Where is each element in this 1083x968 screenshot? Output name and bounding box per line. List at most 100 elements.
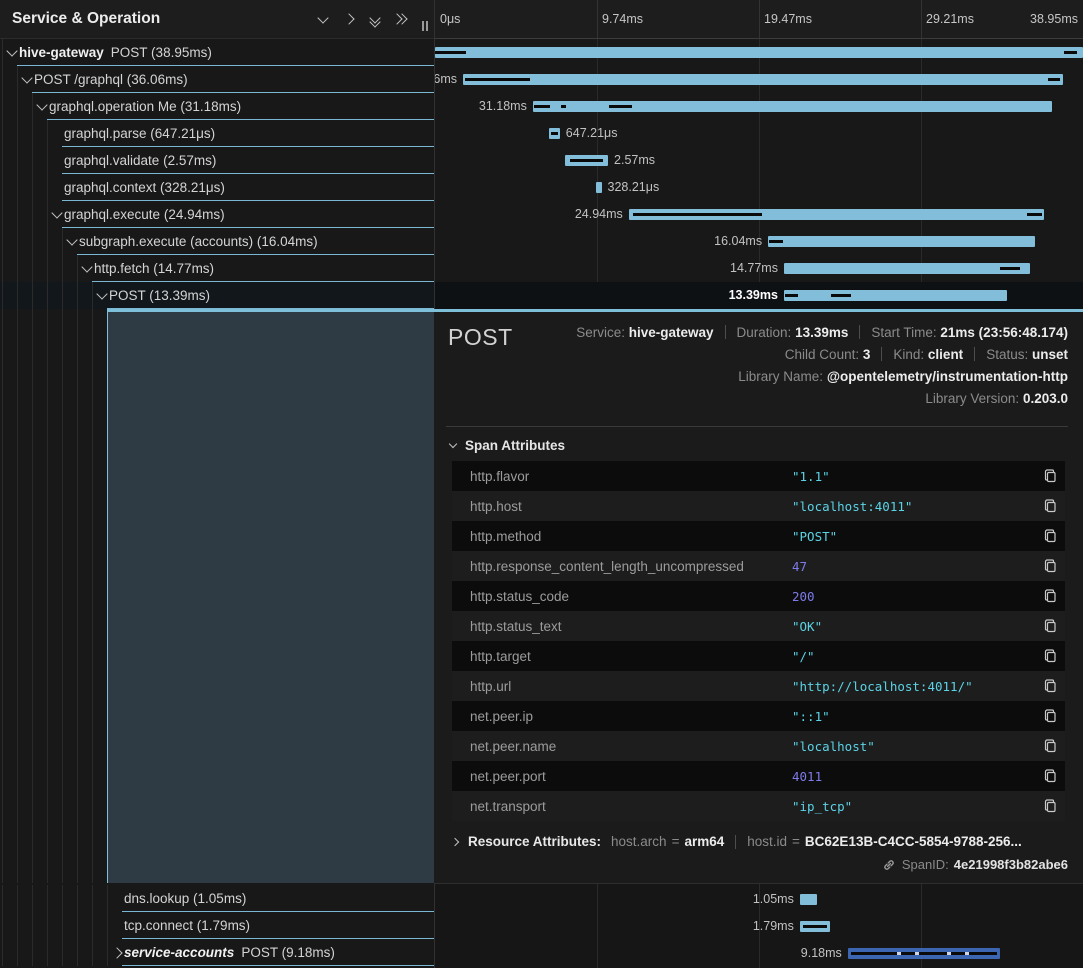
copy-icon[interactable]: [1035, 738, 1065, 754]
timeline-bars-bottom: 1.05ms1.79ms9.18ms: [434, 883, 1083, 968]
chevron-down-icon[interactable]: [35, 104, 49, 109]
span-duration-bar[interactable]: [784, 290, 1007, 301]
span-row-12[interactable]: service-accountsPOST (9.18ms): [0, 939, 434, 966]
span-row-8[interactable]: http.fetch (14.77ms): [0, 255, 434, 282]
attribute-row: net.peer.name"localhost": [452, 731, 1065, 761]
span-duration-bar[interactable]: [848, 948, 1001, 959]
span-row-5[interactable]: graphql.context (328.21μs): [0, 174, 434, 201]
child-span-mark: [1000, 267, 1020, 270]
attribute-row: http.response_content_length_uncompresse…: [452, 551, 1065, 581]
span-row-7[interactable]: subgraph.execute (accounts) (16.04ms): [0, 228, 434, 255]
child-span-dot: [947, 952, 951, 955]
meta-label: Library Name:: [738, 369, 823, 384]
span-bar-row-1: 36.06ms: [435, 66, 1083, 93]
span-label: dns.lookup (1.05ms): [124, 891, 246, 906]
meta-value: 21ms (23:56:48.174): [940, 325, 1068, 340]
span-row-10[interactable]: dns.lookup (1.05ms): [0, 885, 434, 912]
span-duration-bar[interactable]: [768, 236, 1035, 247]
copy-icon[interactable]: [1035, 558, 1065, 574]
panel-resize-grip[interactable]: [422, 21, 428, 31]
copy-icon[interactable]: [1035, 708, 1065, 724]
resource-attributes-row[interactable]: Resource Attributes:host.arch=arm64host.…: [446, 834, 1068, 849]
span-row-4[interactable]: graphql.validate (2.57ms): [0, 147, 434, 174]
attribute-value: "POST": [792, 529, 1035, 544]
span-row-0[interactable]: hive-gatewayPOST (38.95ms): [0, 39, 434, 66]
resource-attributes-title: Resource Attributes:: [468, 834, 601, 849]
span-row-11[interactable]: tcp.connect (1.79ms): [0, 912, 434, 939]
copy-icon[interactable]: [1035, 648, 1065, 664]
span-duration-bar[interactable]: [463, 74, 1063, 85]
chevron-down-icon[interactable]: [5, 50, 19, 55]
copy-icon[interactable]: [1035, 498, 1065, 514]
span-duration-bar[interactable]: [435, 47, 1083, 58]
chevron-down-icon: [449, 439, 457, 447]
span-row-3[interactable]: graphql.parse (647.21μs): [0, 120, 434, 147]
resource-separator: [735, 835, 736, 849]
span-bar-row-10: 1.05ms: [435, 886, 1083, 913]
meta-separator: [725, 325, 726, 339]
copy-icon[interactable]: [1035, 768, 1065, 784]
span-row-2[interactable]: graphql.operation Me (31.18ms): [0, 93, 434, 120]
collapse-all-icon[interactable]: [362, 12, 388, 26]
copy-icon[interactable]: [1035, 618, 1065, 634]
attribute-key: net.peer.ip: [470, 709, 792, 724]
chevron-down-icon[interactable]: [95, 293, 109, 298]
span-label: graphql.execute (24.94ms): [64, 207, 225, 222]
span-row-9[interactable]: POST (13.39ms): [0, 282, 434, 309]
expand-one-icon[interactable]: [336, 15, 362, 23]
indent-guides: [0, 147, 50, 174]
attribute-key: net.peer.name: [470, 739, 792, 754]
span-duration-bar[interactable]: [629, 209, 1044, 220]
copy-icon[interactable]: [1035, 528, 1065, 544]
span-id-label: SpanID:: [902, 857, 949, 872]
child-span-dot: [897, 952, 901, 955]
indent-guides: [0, 885, 110, 912]
left-panel-header: Service & Operation: [0, 0, 434, 39]
copy-icon[interactable]: [1035, 798, 1065, 814]
bar-duration-label: 1.79ms: [753, 913, 794, 940]
chevron-down-icon[interactable]: [50, 212, 64, 217]
span-row-1[interactable]: POST /graphql (36.06ms): [0, 66, 434, 93]
span-bar-row-7: 16.04ms: [435, 228, 1083, 255]
chevron-down-icon[interactable]: [20, 77, 34, 82]
ruler-tick: 38.95ms: [1030, 0, 1078, 38]
meta-label: Service:: [576, 325, 625, 340]
span-attributes-header[interactable]: Span Attributes: [446, 429, 1068, 461]
attribute-key: http.method: [470, 529, 792, 544]
copy-icon[interactable]: [1035, 678, 1065, 694]
span-duration-bar[interactable]: [533, 101, 1052, 112]
expand-all-icon[interactable]: [388, 15, 414, 23]
span-duration-bar[interactable]: [549, 128, 560, 139]
chevron-down-icon[interactable]: [80, 266, 94, 271]
span-duration-bar[interactable]: [800, 894, 817, 905]
meta-label: Status:: [986, 347, 1028, 362]
child-span-mark: [633, 213, 762, 216]
span-bar-row-0: [435, 39, 1083, 66]
bar-duration-label: 328.21μs: [608, 174, 660, 201]
meta-label: Duration:: [737, 325, 792, 340]
attribute-key: http.status_code: [470, 589, 792, 604]
attribute-row: http.host"localhost:4011": [452, 491, 1065, 521]
span-label: tcp.connect (1.79ms): [124, 918, 250, 933]
span-meta-line: Library Version: 0.203.0: [576, 388, 1068, 410]
span-duration-bar[interactable]: [784, 263, 1030, 274]
attribute-row: http.flavor"1.1": [452, 461, 1065, 491]
resource-value: BC62E13B-C4CC-5854-9788-256...: [805, 834, 1022, 849]
span-duration-bar[interactable]: [800, 921, 830, 932]
attribute-row: net.peer.ip"::1": [452, 701, 1065, 731]
chevron-right-icon[interactable]: [110, 949, 124, 957]
span-duration-bar[interactable]: [596, 182, 602, 193]
ruler-tick: 9.74ms: [597, 0, 643, 38]
attribute-key: http.host: [470, 499, 792, 514]
span-row-6[interactable]: graphql.execute (24.94ms): [0, 201, 434, 228]
chevron-down-icon[interactable]: [65, 239, 79, 244]
indent-guides: [0, 939, 110, 966]
copy-icon[interactable]: [1035, 588, 1065, 604]
child-span-dot: [915, 952, 919, 955]
span-label: subgraph.execute (accounts) (16.04ms): [79, 234, 318, 249]
attribute-value: "http://localhost:4011/": [792, 679, 1035, 694]
copy-icon[interactable]: [1035, 468, 1065, 484]
collapse-one-icon[interactable]: [310, 17, 336, 22]
child-span-mark: [803, 925, 827, 928]
span-duration-bar[interactable]: [565, 155, 608, 166]
